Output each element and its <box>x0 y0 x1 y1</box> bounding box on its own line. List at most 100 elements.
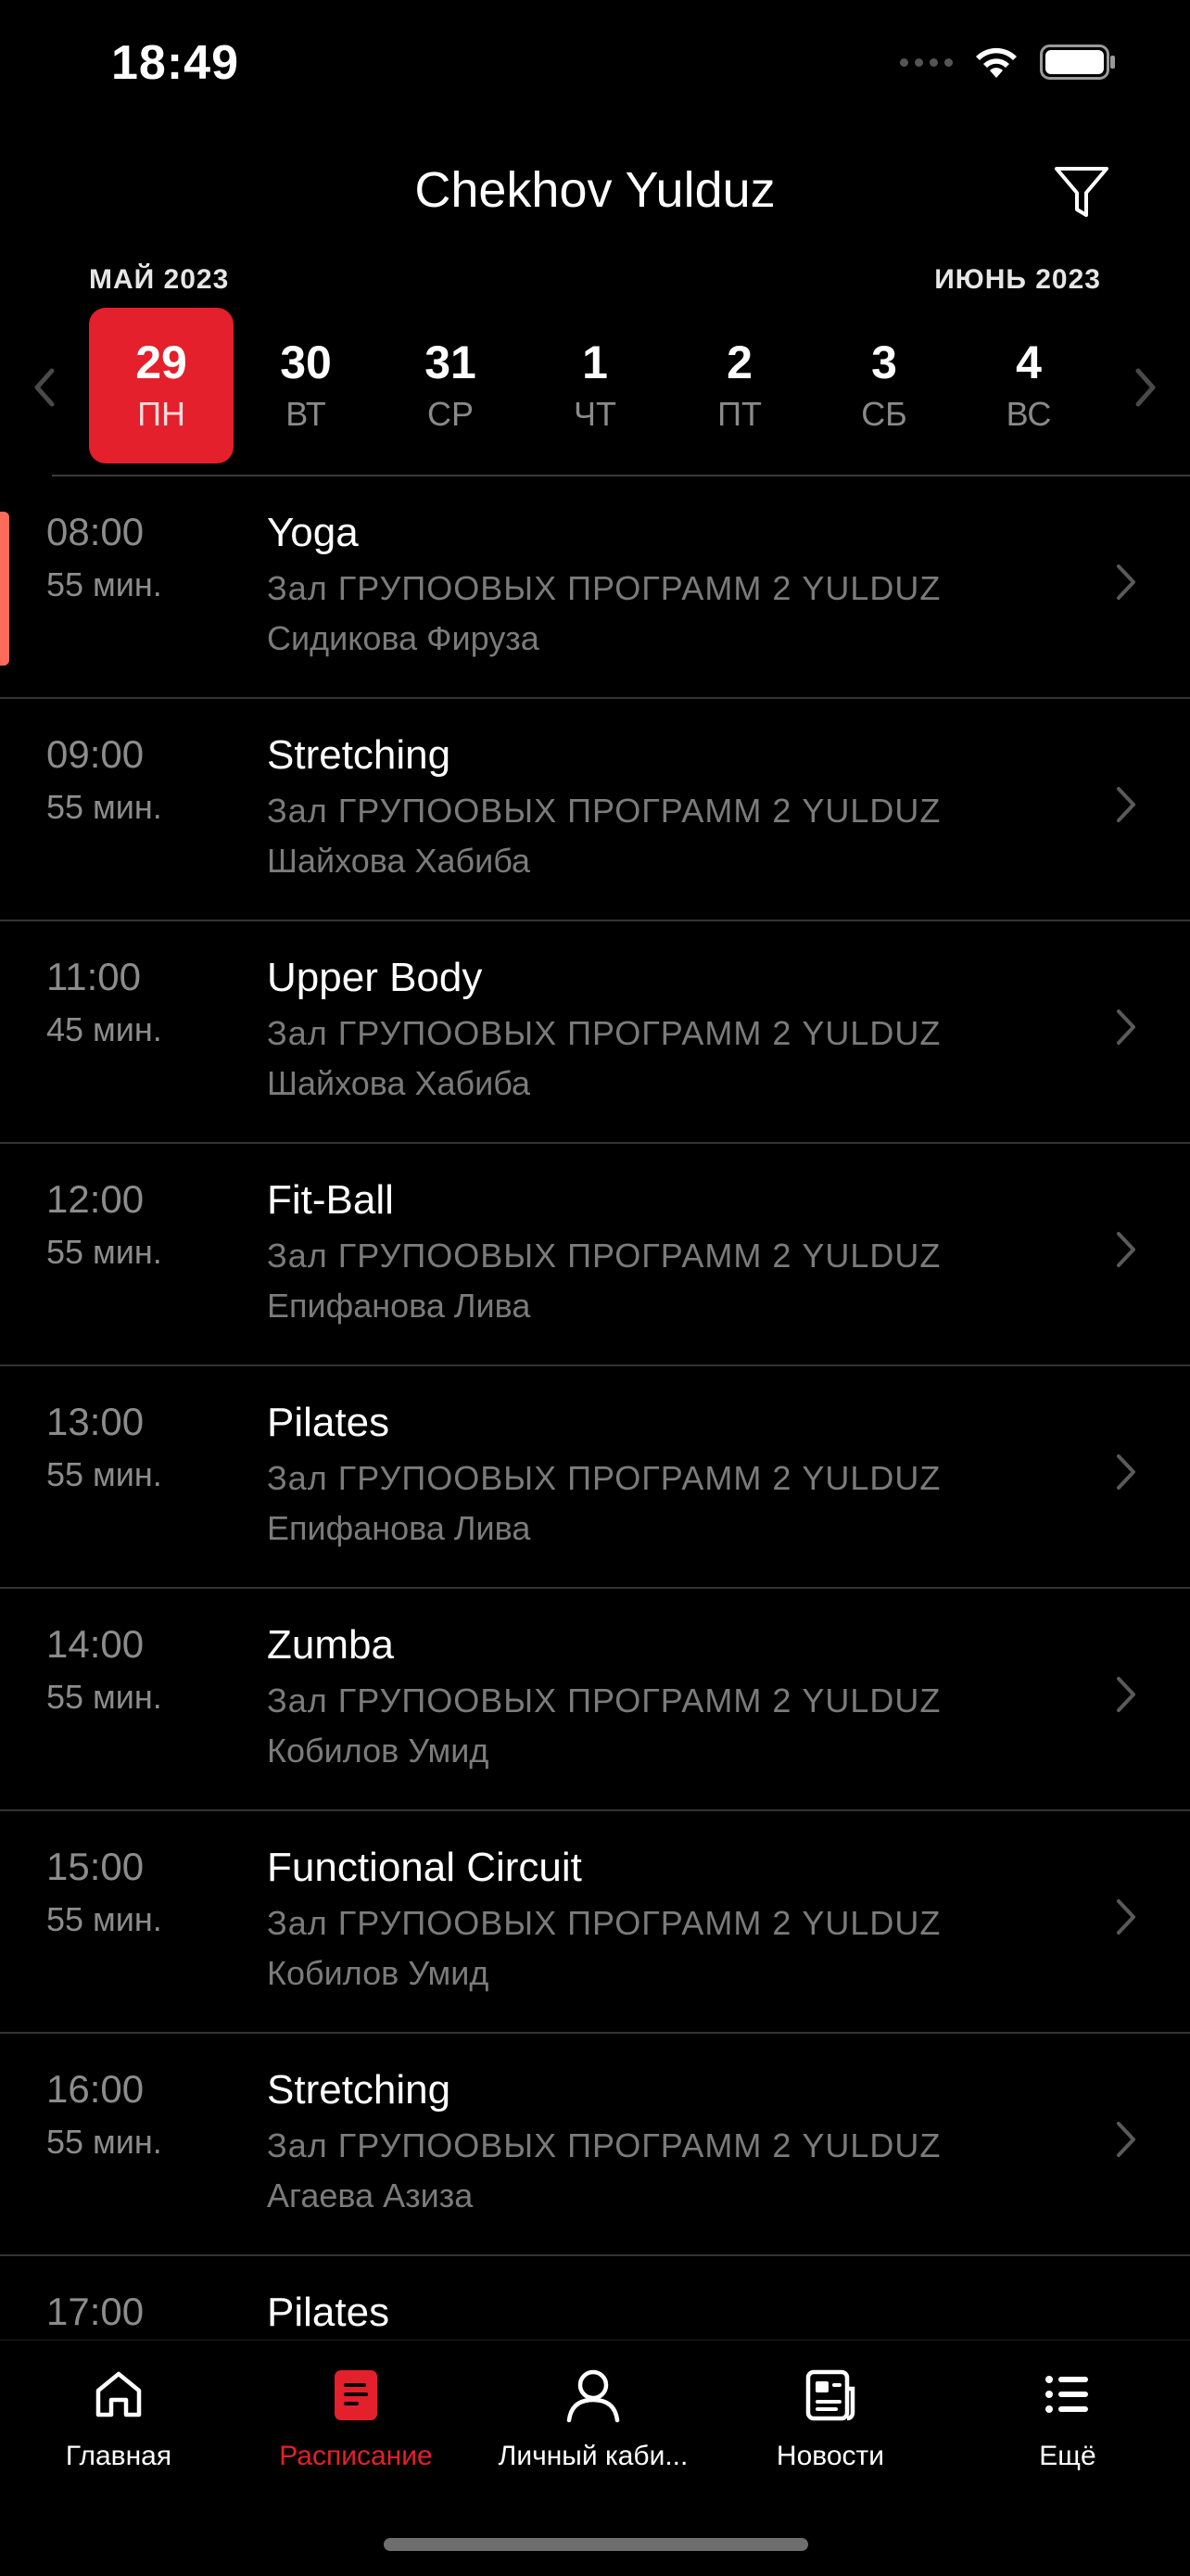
session-time: 08:00 <box>46 510 145 553</box>
day-number: 31 <box>424 336 476 388</box>
day-number: 29 <box>135 336 187 388</box>
prev-week-button[interactable] <box>26 360 63 415</box>
chevron-right-icon <box>1117 2122 1135 2157</box>
session-trainer: Агаева Азиза <box>267 2176 474 2214</box>
session-trainer: Епифанова Лива <box>267 1509 531 1547</box>
tab-label: Личный каби... <box>498 2441 689 2471</box>
session-room: Зал ГРУПООВЫХ ПРОГРАММ 2 YULDUZ <box>267 1237 942 1275</box>
wifi-icon <box>976 47 1017 78</box>
schedule-list[interactable]: 08:00 55 мин. Yoga Зал ГРУПООВЫХ ПРОГРАМ… <box>0 476 1190 2340</box>
session-duration: 55 мин. <box>46 788 162 826</box>
filter-funnel-icon <box>1055 167 1108 217</box>
session-title: Zumba <box>267 1622 394 1668</box>
day-name: ЧТ <box>574 395 616 433</box>
day-name: СР <box>426 395 474 433</box>
session-title: Stretching <box>267 2067 451 2113</box>
chevron-right-icon <box>1117 1009 1135 1045</box>
tab-label: Новости <box>776 2441 885 2471</box>
session-title: Pilates <box>267 1400 390 1445</box>
session-room: Зал ГРУПООВЫХ ПРОГРАММ 2 YULDUZ <box>267 1904 942 1942</box>
session-trainer: Кобилов Умид <box>267 1732 489 1770</box>
day-number: 4 <box>1016 336 1042 388</box>
week-strip: 29 ПН 30 ВТ 31 СР 1 ЧТ 2 ПТ 3 СБ 4 ВС <box>0 306 1190 469</box>
tab-label: Ещё <box>1039 2441 1096 2471</box>
session-time: 11:00 <box>46 955 141 998</box>
month-label-left: МАЙ 2023 <box>89 264 230 295</box>
tab-news[interactable]: Новости <box>712 2365 949 2472</box>
session-duration: 45 мин. <box>46 1010 162 1048</box>
day-30[interactable]: 30 ВТ <box>234 308 378 463</box>
list-item[interactable]: 16:00 55 мин. Stretching Зал ГРУПООВЫХ П… <box>0 2034 1190 2256</box>
day-3[interactable]: 3 СБ <box>812 308 956 463</box>
page-title: Chekhov Yulduz <box>414 162 776 218</box>
day-number: 3 <box>871 336 897 388</box>
day-name: ВТ <box>285 395 326 433</box>
status-icons <box>900 44 1116 80</box>
session-title: Yoga <box>267 510 359 555</box>
session-room: Зал ГРУПООВЫХ ПРОГРАММ 2 YULDUZ <box>267 1681 942 1719</box>
list-item[interactable]: 14:00 55 мин. Zumba Зал ГРУПООВЫХ ПРОГРА… <box>0 1589 1190 1811</box>
status-time: 18:49 <box>111 36 239 90</box>
day-1[interactable]: 1 ЧТ <box>523 308 667 463</box>
session-title: Pilates <box>267 2290 390 2335</box>
list-item[interactable]: 12:00 55 мин. Fit-Ball Зал ГРУПООВЫХ ПРО… <box>0 1144 1190 1366</box>
tab-schedule[interactable]: Расписание <box>237 2365 475 2472</box>
day-29[interactable]: 29 ПН <box>89 308 234 463</box>
news-icon <box>805 2369 855 2421</box>
session-title: Fit-Ball <box>267 1177 394 1223</box>
day-4[interactable]: 4 ВС <box>956 308 1101 463</box>
day-number: 30 <box>280 336 332 388</box>
day-31[interactable]: 31 СР <box>378 308 523 463</box>
session-room: Зал ГРУПООВЫХ ПРОГРАММ 2 YULDUZ <box>267 792 942 830</box>
list-item[interactable]: 09:00 55 мин. Stretching Зал ГРУПООВЫХ П… <box>0 699 1190 921</box>
day-name: СБ <box>861 395 907 433</box>
tab-more[interactable]: Ещё <box>949 2365 1186 2472</box>
filter-button[interactable] <box>1051 161 1112 222</box>
session-trainer: Епифанова Лива <box>267 1287 531 1325</box>
list-item[interactable]: 11:00 45 мин. Upper Body Зал ГРУПООВЫХ П… <box>0 921 1190 1144</box>
home-indicator[interactable] <box>384 2538 808 2551</box>
battery-icon <box>1040 44 1115 80</box>
list-item[interactable]: 17:00 Pilates <box>0 2256 1190 2340</box>
more-list-icon <box>1045 2376 1088 2413</box>
tab-label: Главная <box>65 2441 172 2471</box>
session-trainer: Сидикова Фируза <box>267 619 539 657</box>
session-time: 17:00 <box>46 2290 145 2333</box>
schedule-icon <box>335 2370 377 2420</box>
chevron-right-icon <box>1135 368 1156 407</box>
month-label-right: ИЮНЬ 2023 <box>934 264 1101 295</box>
chevron-right-icon <box>1117 565 1135 600</box>
next-week-button[interactable] <box>1127 360 1164 415</box>
chevron-right-icon <box>1117 1232 1135 1267</box>
day-number: 2 <box>727 336 753 388</box>
status-bar: 18:49 <box>0 0 1190 139</box>
home-icon <box>95 2371 142 2417</box>
session-room: Зал ГРУПООВЫХ ПРОГРАММ 2 YULDUZ <box>267 1459 942 1497</box>
tab-home[interactable]: Главная <box>0 2365 237 2472</box>
session-duration: 55 мин. <box>46 1233 162 1271</box>
session-room: Зал ГРУПООВЫХ ПРОГРАММ 2 YULDUZ <box>267 569 942 607</box>
session-time: 13:00 <box>46 1400 145 1443</box>
list-item[interactable]: 15:00 55 мин. Functional Circuit Зал ГРУ… <box>0 1811 1190 2034</box>
day-name: ПТ <box>717 395 762 433</box>
session-time: 09:00 <box>46 732 145 776</box>
session-room: Зал ГРУПООВЫХ ПРОГРАММ 2 YULDUZ <box>267 1014 942 1052</box>
session-time: 12:00 <box>46 1177 145 1221</box>
profile-icon <box>566 2369 620 2423</box>
cellular-signal-icon <box>900 57 953 67</box>
session-trainer: Шайхова Хабиба <box>267 1064 531 1102</box>
chevron-left-icon <box>34 368 55 407</box>
session-duration: 55 мин. <box>46 1678 162 1716</box>
session-duration: 55 мин. <box>46 1900 162 1938</box>
list-item[interactable]: 08:00 55 мин. Yoga Зал ГРУПООВЫХ ПРОГРАМ… <box>0 476 1190 699</box>
tab-profile[interactable]: Личный каби... <box>475 2365 712 2472</box>
list-item[interactable]: 13:00 55 мин. Pilates Зал ГРУПООВЫХ ПРОГ… <box>0 1366 1190 1589</box>
chevron-right-icon <box>1117 1454 1135 1490</box>
session-time: 15:00 <box>46 1845 145 1888</box>
session-time: 16:00 <box>46 2067 145 2111</box>
day-number: 1 <box>582 336 608 388</box>
day-name: ВС <box>1006 395 1052 433</box>
day-2[interactable]: 2 ПТ <box>667 308 812 463</box>
session-duration: 55 мин. <box>46 2123 162 2161</box>
session-title: Functional Circuit <box>267 1845 582 1890</box>
